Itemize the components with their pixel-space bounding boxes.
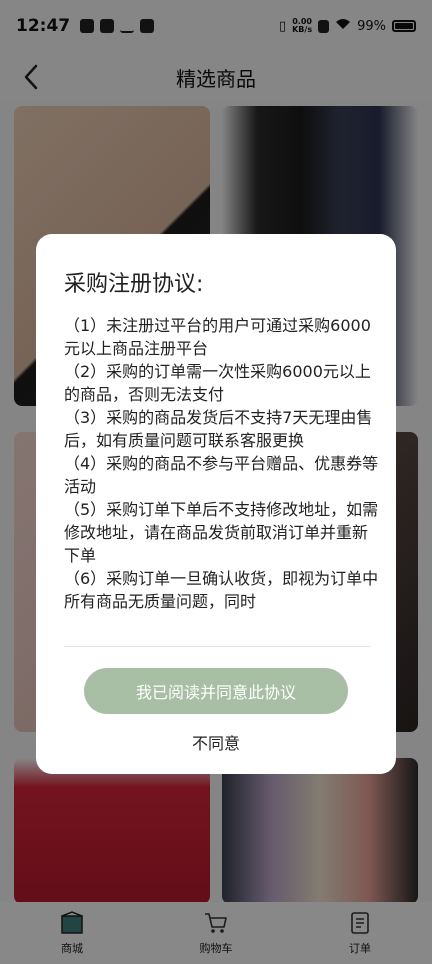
agreement-terms[interactable]: （1）未注册过平台的用户可通过采购6000元以上商品注册平台 （2）采购的订单需… (64, 314, 382, 640)
modal-title: 采购注册协议: (64, 272, 204, 297)
divider (64, 646, 370, 647)
disagree-button[interactable]: 不同意 (136, 728, 296, 756)
agree-button[interactable]: 我已阅读并同意此协议 (84, 668, 348, 714)
term-item: （4）采购的商品不参与平台赠品、优惠券等活动 (64, 454, 379, 496)
term-item: （5）采购订单下单后不支持修改地址，如需修改地址，请在商品发货前取消订单并重新下… (64, 500, 379, 565)
agreement-modal: 采购注册协议: （1）未注册过平台的用户可通过采购6000元以上商品注册平台 （… (36, 234, 396, 774)
term-item: （3）采购的商品发货后不支持7天无理由售后，如有质量问题可联系客服更换 (64, 408, 373, 450)
term-item: （1）未注册过平台的用户可通过采购6000元以上商品注册平台 (64, 316, 371, 358)
term-item: （2）采购的订单需一次性采购6000元以上的商品，否则无法支付 (64, 362, 371, 404)
term-item: （6）采购订单一旦确认收货，即视为订单中所有商品无质量问题，同时 (64, 569, 379, 611)
